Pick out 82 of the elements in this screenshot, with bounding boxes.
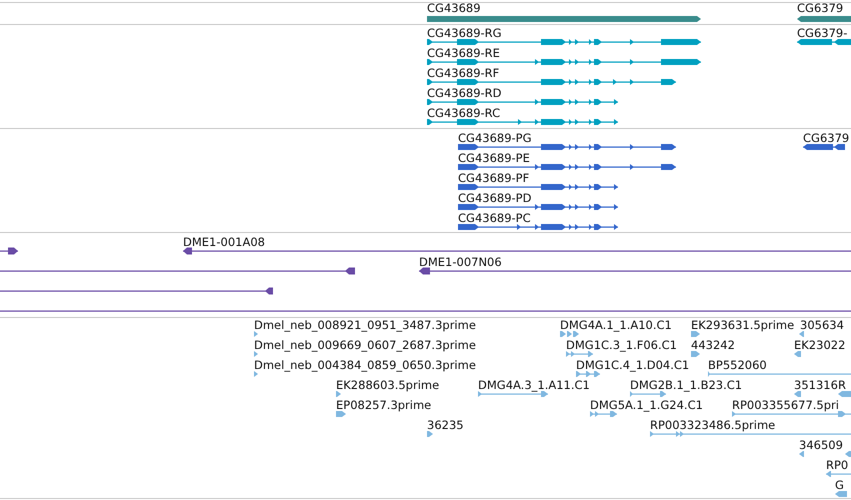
est-glyph[interactable] — [478, 391, 548, 397]
gene-glyph[interactable] — [797, 16, 851, 22]
est-glyph[interactable] — [336, 411, 346, 417]
est-glyph[interactable] — [691, 351, 700, 357]
feature-label: BP552060 — [708, 358, 767, 372]
est-glyph[interactable] — [835, 491, 847, 497]
clone-glyph[interactable] — [0, 288, 273, 294]
feature-label: CG43689-RE — [427, 46, 500, 60]
est-glyph[interactable] — [254, 331, 258, 337]
est-glyph[interactable] — [576, 371, 600, 377]
est-glyph[interactable] — [794, 351, 801, 357]
est-glyph[interactable] — [708, 371, 851, 377]
protein-glyph[interactable] — [458, 164, 676, 170]
est-glyph[interactable] — [799, 451, 851, 457]
feature-label: DMG4A.1_1.A10.C1 — [560, 318, 672, 332]
feature-label: 443242 — [691, 338, 735, 352]
est-glyph[interactable] — [794, 391, 801, 397]
feature-label: DMG1C.3_1.F06.C1 — [566, 338, 677, 352]
feature-label: CG43689-PF — [458, 171, 530, 185]
feature-label: CG43689-PC — [458, 211, 531, 225]
protein-glyph[interactable] — [458, 224, 618, 230]
est-glyph[interactable] — [799, 331, 804, 337]
feature-label: DMG2B.1_1.B23.C1 — [630, 378, 742, 392]
feature-label: CG43689 — [427, 1, 481, 15]
feature-label: R — [838, 378, 846, 392]
feature-label: Dmel_neb_004384_0859_0650.3prime — [254, 358, 476, 372]
feature-label: DMG1C.4_1.D04.C1 — [576, 358, 690, 372]
est-glyph[interactable] — [590, 411, 617, 417]
feature-label: 351316 — [794, 378, 838, 392]
transcript-glyph[interactable] — [427, 99, 618, 105]
feature-label: EK293631.5prime — [691, 318, 794, 332]
feature-label: RP0 — [826, 458, 848, 472]
feature-label: G — [835, 478, 844, 492]
transcript-glyph[interactable] — [427, 39, 701, 45]
feature-label: CG6379 — [797, 1, 844, 15]
feature-label: CG43689-PD — [458, 191, 532, 205]
feature-label: CG43689-RC — [427, 106, 500, 120]
est-glyph[interactable] — [427, 431, 433, 437]
feature-label: EP08257.3prime — [336, 398, 432, 412]
transcript-glyph[interactable] — [427, 79, 676, 85]
clone-glyph[interactable] — [419, 268, 851, 274]
feature-label: CG43689-RG — [427, 26, 502, 40]
clone-glyph[interactable] — [0, 268, 355, 274]
est-glyph[interactable] — [566, 351, 593, 357]
feature-label: DME1-001A08 — [183, 235, 265, 249]
clone-glyph[interactable] — [183, 248, 851, 254]
feature-label: DMG5A.1_1.G24.C1 — [590, 398, 703, 412]
feature-label: RP003355677.5pri — [732, 398, 839, 412]
transcript-glyph[interactable] — [427, 119, 618, 125]
feature-label: DME1-007N06 — [419, 255, 502, 269]
feature-label: CG43689-RD — [427, 86, 502, 100]
est-glyph[interactable] — [254, 351, 258, 357]
feature-label: CG6379 — [803, 131, 850, 145]
feature-label: CG43689-PE — [458, 151, 530, 165]
est-glyph[interactable] — [560, 331, 579, 337]
protein-glyph[interactable] — [458, 184, 618, 190]
est-glyph[interactable] — [691, 331, 700, 337]
feature-label: Dmel_neb_009669_0607_2687.3prime — [254, 338, 476, 352]
feature-label: Dmel_neb_008921_0951_3487.3prime — [254, 318, 476, 332]
feature-label: 36235 — [427, 418, 464, 432]
transcript-glyph[interactable] — [797, 39, 851, 45]
feature-label: CG43689-PG — [458, 131, 532, 145]
feature-label: 305634 — [800, 318, 844, 332]
est-glyph[interactable] — [732, 411, 851, 417]
protein-glyph[interactable] — [458, 204, 618, 210]
est-glyph[interactable] — [336, 391, 341, 397]
protein-glyph[interactable] — [458, 144, 676, 150]
est-glyph[interactable] — [254, 371, 258, 377]
feature-label: EK23022 — [794, 338, 846, 352]
est-glyph[interactable] — [838, 391, 851, 397]
feature-label: 346509 — [799, 438, 843, 452]
est-glyph[interactable] — [630, 391, 666, 397]
clone-glyph[interactable] — [0, 248, 18, 254]
feature-label: CG6379- — [797, 26, 848, 40]
feature-label: EK288603.5prime — [336, 378, 440, 392]
feature-label: CG43689-RF — [427, 66, 500, 80]
feature-label: DMG4A.3_1.A11.C1 — [478, 378, 590, 392]
feature-label: RP003323486.5prime — [650, 418, 776, 432]
est-glyph[interactable] — [650, 431, 851, 437]
est-glyph[interactable] — [826, 471, 851, 477]
protein-glyph[interactable] — [803, 144, 845, 150]
transcript-glyph[interactable] — [427, 59, 701, 65]
